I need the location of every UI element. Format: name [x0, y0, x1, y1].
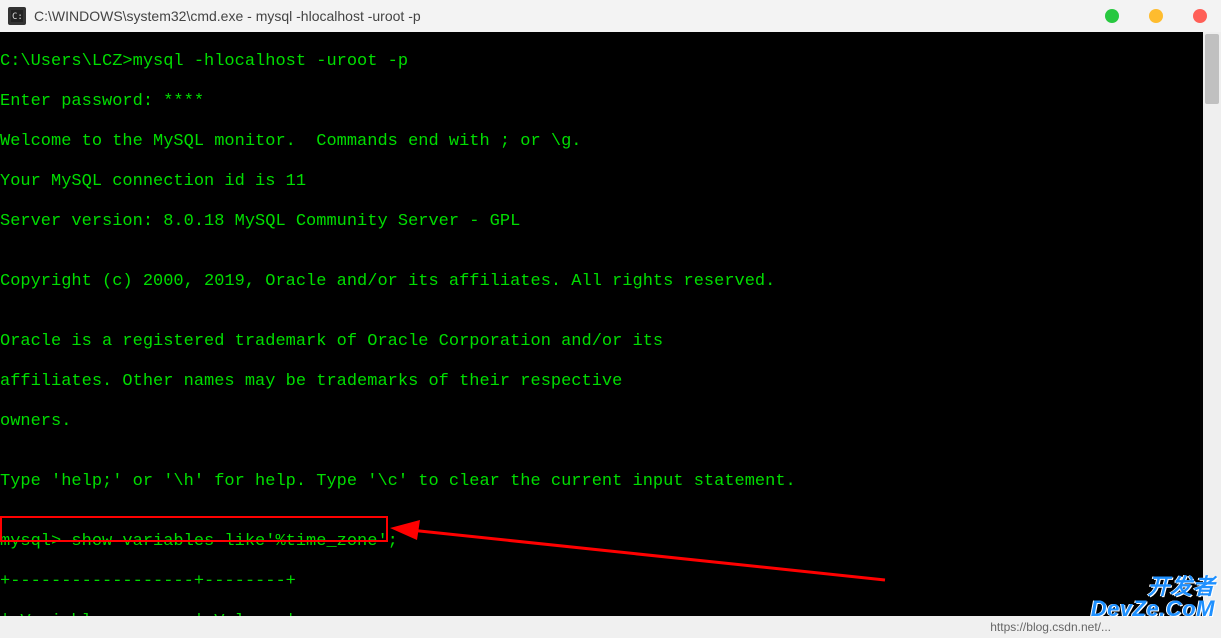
terminal-line: Type 'help;' or '\h' for help. Type '\c'…: [0, 472, 1221, 492]
terminal-line: Your MySQL connection id is 11: [0, 172, 1221, 192]
status-bar: https://blog.csdn.net/...: [0, 616, 1221, 638]
svg-text:C:: C:: [12, 12, 23, 22]
cmd-icon: C:: [8, 7, 26, 25]
close-button[interactable]: [1193, 9, 1207, 23]
terminal-output[interactable]: C:\Users\LCZ>mysql -hlocalhost -uroot -p…: [0, 32, 1221, 638]
window-controls: [1105, 0, 1207, 32]
maximize-button[interactable]: [1149, 9, 1163, 23]
vertical-scrollbar[interactable]: [1203, 32, 1221, 616]
terminal-line: Oracle is a registered trademark of Orac…: [0, 332, 1221, 352]
window-titlebar: C: C:\WINDOWS\system32\cmd.exe - mysql -…: [0, 0, 1221, 32]
scrollbar-thumb[interactable]: [1205, 34, 1219, 104]
window-title: C:\WINDOWS\system32\cmd.exe - mysql -hlo…: [34, 8, 421, 24]
terminal-line: +------------------+--------+: [0, 572, 1221, 592]
terminal-line: mysql> show variables like'%time_zone';: [0, 532, 1221, 552]
terminal-line: Enter password: ****: [0, 92, 1221, 112]
minimize-button[interactable]: [1105, 9, 1119, 23]
terminal-line: Server version: 8.0.18 MySQL Community S…: [0, 212, 1221, 232]
terminal-line: Copyright (c) 2000, 2019, Oracle and/or …: [0, 272, 1221, 292]
terminal-line: C:\Users\LCZ>mysql -hlocalhost -uroot -p: [0, 52, 1221, 72]
terminal-line: affiliates. Other names may be trademark…: [0, 372, 1221, 392]
terminal-line: Welcome to the MySQL monitor. Commands e…: [0, 132, 1221, 152]
terminal-line: owners.: [0, 412, 1221, 432]
status-url: https://blog.csdn.net/...: [990, 620, 1111, 634]
